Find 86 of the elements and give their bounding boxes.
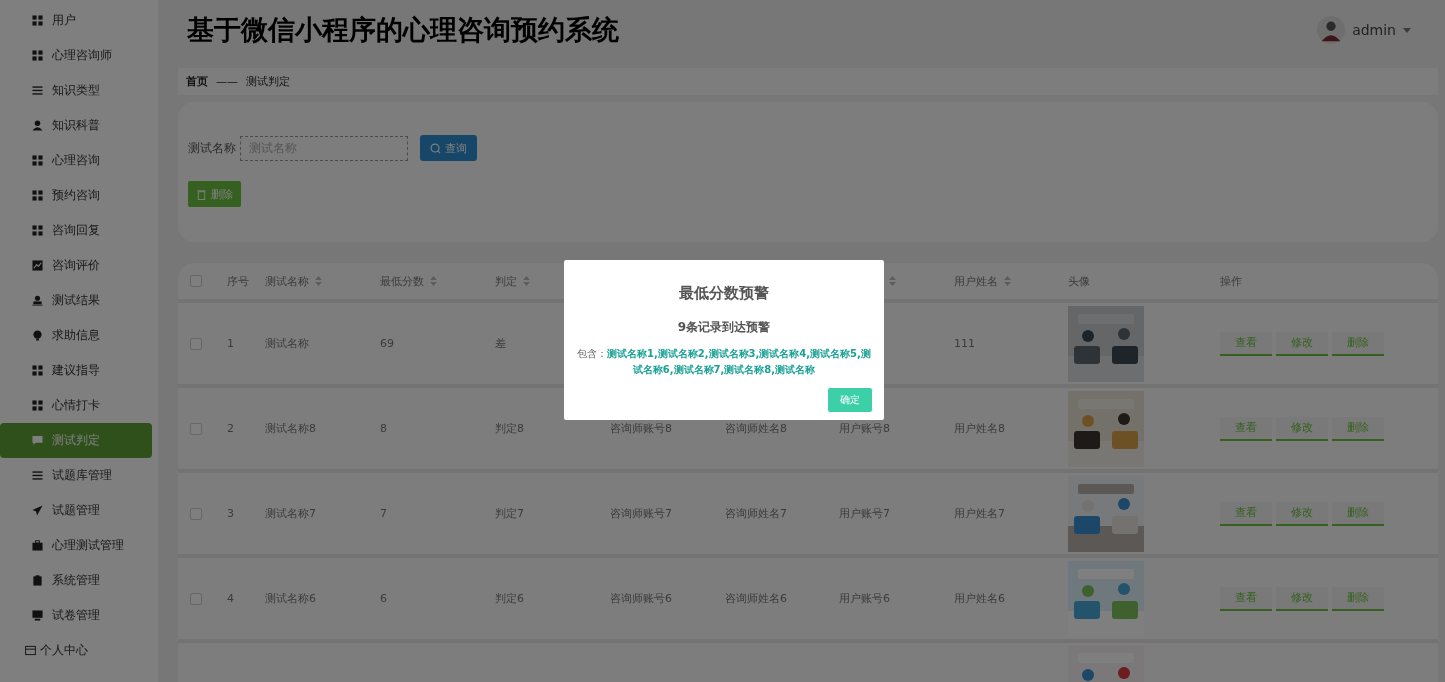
caret-icon	[1403, 27, 1411, 33]
table-cell: 7	[380, 507, 387, 520]
sort-icon[interactable]	[315, 276, 322, 286]
chart-icon	[32, 260, 43, 271]
checkbox[interactable]	[190, 422, 202, 435]
table-cell: 差	[495, 336, 506, 351]
sidebar-item[interactable]: 心理测试管理	[0, 528, 152, 563]
sidebar-item[interactable]: 用户	[0, 3, 152, 38]
sidebar-item[interactable]: 个人中心	[0, 633, 152, 668]
bulb-icon	[32, 330, 43, 341]
table-cell: 判定7	[495, 506, 524, 521]
table-cell: 1	[227, 337, 234, 350]
app-title: 基于微信小程序的心理咨询预约系统	[187, 13, 619, 47]
breadcrumb-separator: ——	[216, 75, 238, 88]
table-cell: 3	[227, 507, 234, 520]
send-icon	[32, 505, 43, 516]
clipboard-icon	[32, 575, 43, 586]
breadcrumb-current: 测试判定	[246, 74, 290, 89]
briefcase-icon	[32, 540, 43, 551]
column-header: 操作	[1220, 273, 1242, 289]
breadcrumb-link[interactable]: 首页	[186, 74, 208, 89]
table-cell: 用户姓名6	[954, 591, 1005, 606]
stamp-icon	[32, 295, 43, 306]
grid-icon	[32, 155, 43, 166]
sort-icon[interactable]	[1004, 276, 1011, 286]
grid-icon	[32, 225, 43, 236]
table-cell: 8	[380, 422, 387, 435]
checkbox[interactable]	[190, 592, 202, 605]
sidebar-item[interactable]: 咨询评价	[0, 248, 152, 283]
avatar-icon	[1317, 16, 1346, 44]
sidebar-item[interactable]: 测试结果	[0, 283, 152, 318]
search-icon	[430, 142, 441, 154]
table-cell: 判定8	[495, 421, 524, 436]
sidebar-item[interactable]: 知识科普	[0, 108, 152, 143]
sidebar-item[interactable]: 试卷管理	[0, 598, 152, 633]
sidebar-item[interactable]: 心理咨询	[0, 143, 152, 178]
sort-icon[interactable]	[889, 276, 896, 286]
sidebar-item[interactable]: 心情打卡	[0, 388, 152, 423]
dialog-message: 包含：测试名称1,测试名称2,测试名称3,测试名称4,测试名称5,测试名称6,测试名称7,测试名称8,测试名称	[576, 347, 872, 377]
table-cell: 4	[227, 592, 234, 605]
sidebar-item[interactable]: 测试判定	[0, 423, 152, 458]
grid-icon	[32, 15, 43, 26]
trash-icon	[196, 188, 207, 200]
column-header: 头像	[1068, 273, 1090, 289]
dialog-title: 最低分数预警	[679, 284, 769, 303]
person-icon	[32, 120, 43, 131]
list-icon	[32, 85, 43, 96]
monitor-icon	[32, 610, 43, 621]
table-cell: 咨询师姓名6	[725, 591, 787, 606]
grid-icon	[32, 365, 43, 376]
sort-icon[interactable]	[523, 276, 530, 286]
table-cell: 69	[380, 337, 394, 350]
table-cell: 用户姓名7	[954, 506, 1005, 521]
column-header: 用户姓名	[954, 273, 998, 289]
grid-icon	[32, 190, 43, 201]
grid-icon	[32, 400, 43, 411]
checkbox[interactable]	[190, 507, 202, 520]
sidebar-item[interactable]: 系统管理	[0, 563, 152, 598]
table-cell: 咨询师姓名7	[725, 506, 787, 521]
list-icon	[32, 470, 43, 481]
table-cell: 判定6	[495, 591, 524, 606]
dialog-subtitle: 9条记录到达预警	[677, 319, 771, 336]
grid-icon	[32, 50, 43, 61]
table-cell: 6	[380, 592, 387, 605]
checkbox[interactable]	[190, 275, 202, 287]
table-cell: 咨询师姓名8	[725, 421, 787, 436]
column-header: 判定	[495, 273, 517, 289]
chat-icon	[32, 435, 43, 446]
sidebar-item[interactable]: 建议指导	[0, 353, 152, 388]
sidebar-item[interactable]: 知识类型	[0, 73, 152, 108]
sort-icon[interactable]	[430, 276, 437, 286]
sidebar-item[interactable]: 咨询回复	[0, 213, 152, 248]
checkbox[interactable]	[190, 337, 202, 350]
sidebar-item[interactable]: 求助信息	[0, 318, 152, 353]
table-cell: 用户姓名8	[954, 421, 1005, 436]
sidebar-item[interactable]: 试题管理	[0, 493, 152, 528]
user-menu[interactable]: admin	[1317, 16, 1411, 44]
field-label: 测试名称	[188, 139, 236, 157]
query-button[interactable]: 查询	[420, 135, 477, 161]
sidebar-item[interactable]: 心理咨询师	[0, 38, 152, 73]
sidebar-item[interactable]: 预约咨询	[0, 178, 152, 213]
table-cell: 2	[227, 422, 234, 435]
table-cell: 111	[954, 337, 975, 350]
column-header: 最低分数	[380, 273, 424, 289]
sidebar-item[interactable]: 试题库管理	[0, 458, 152, 493]
card-icon	[25, 645, 36, 656]
